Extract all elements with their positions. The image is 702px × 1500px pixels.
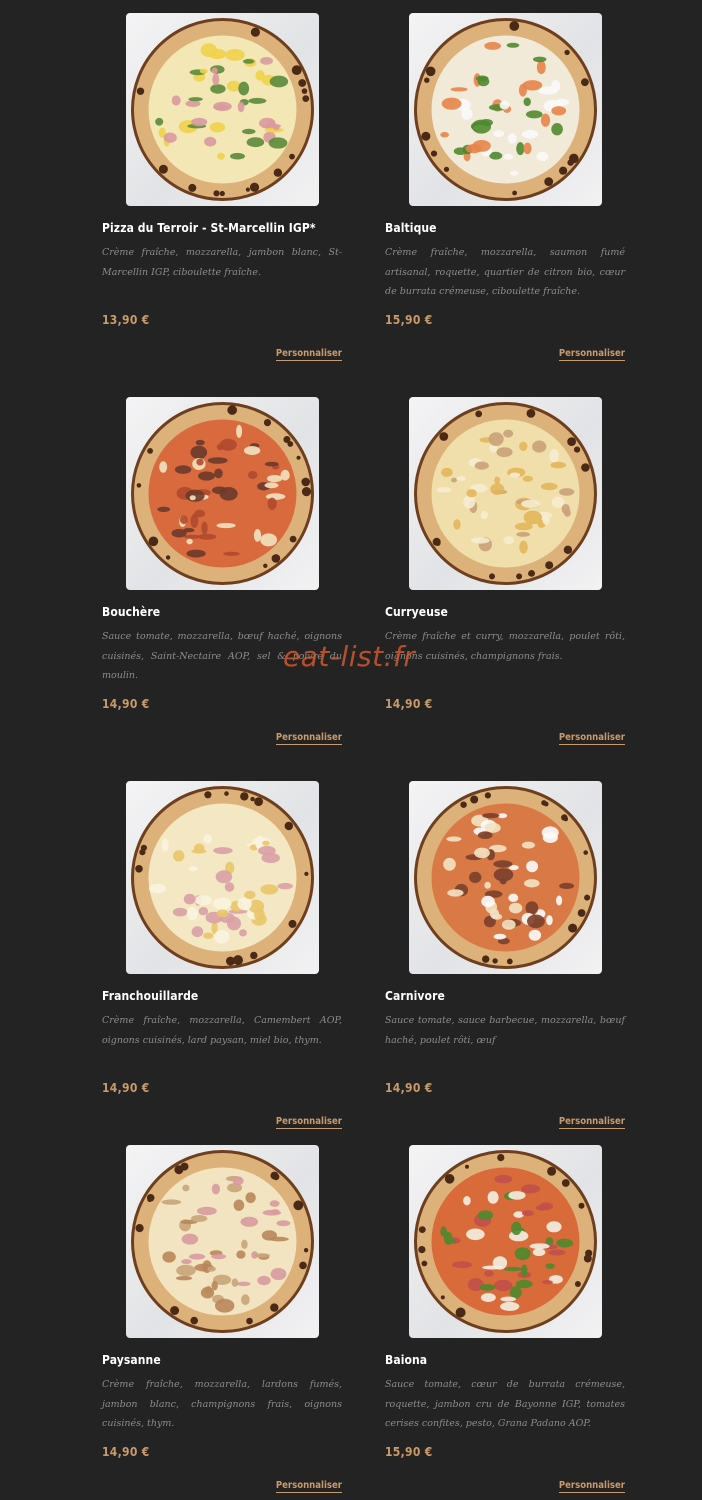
- pizza-illustration: [414, 18, 597, 201]
- customize-link[interactable]: Personnaliser: [275, 1116, 342, 1129]
- product-price: 15,90 €: [385, 313, 433, 327]
- pizza-illustration: [131, 786, 314, 969]
- customize-link[interactable]: Personnaliser: [558, 348, 625, 361]
- pizza-illustration: [131, 1150, 314, 1333]
- pizza-illustration: [414, 786, 597, 969]
- product-description: Crème fraîche et curry, mozzarella, poul…: [385, 631, 625, 662]
- pizza-image[interactable]: [126, 397, 319, 590]
- customize-link[interactable]: Personnaliser: [558, 1480, 625, 1493]
- product-name: Franchouillarde: [102, 989, 199, 1003]
- product-name: Bouchère: [102, 605, 161, 619]
- pizza-image[interactable]: [409, 397, 602, 590]
- product-description: Crème fraîche, mozzarella, lardons fumés…: [102, 1379, 342, 1429]
- customize-link[interactable]: Personnaliser: [275, 348, 342, 361]
- pizza-image[interactable]: [409, 781, 602, 974]
- pizza-image[interactable]: [126, 1145, 319, 1338]
- customize-link[interactable]: Personnaliser: [558, 732, 625, 745]
- product-name: Paysanne: [102, 1353, 161, 1367]
- product-price: 14,90 €: [102, 1081, 150, 1095]
- pizza-illustration: [414, 402, 597, 585]
- product-name: Curryeuse: [385, 605, 448, 619]
- product-description: Crème fraîche, mozzarella, jambon blanc,…: [102, 247, 342, 278]
- pizza-illustration: [131, 402, 314, 585]
- product-name: Carnivore: [385, 989, 445, 1003]
- pizza-illustration: [414, 1150, 597, 1333]
- product-description: Crème fraîche, mozzarella, saumon fumé a…: [385, 247, 625, 297]
- product-description: Sauce tomate, sauce barbecue, mozzarella…: [385, 1015, 625, 1046]
- customize-link[interactable]: Personnaliser: [558, 1116, 625, 1129]
- product-price: 15,90 €: [385, 1445, 433, 1459]
- product-price: 14,90 €: [385, 1081, 433, 1095]
- customize-link[interactable]: Personnaliser: [275, 1480, 342, 1493]
- pizza-image[interactable]: [126, 781, 319, 974]
- pizza-image[interactable]: [409, 1145, 602, 1338]
- product-price: 14,90 €: [102, 697, 150, 711]
- product-price: 13,90 €: [102, 313, 150, 327]
- watermark: eat-list.fr: [283, 640, 416, 673]
- product-name: Baltique: [385, 221, 437, 235]
- product-description: Sauce tomate, cœur de burrata crémeuse, …: [385, 1379, 625, 1429]
- pizza-image[interactable]: [409, 13, 602, 206]
- product-price: 14,90 €: [385, 697, 433, 711]
- pizza-image[interactable]: [126, 13, 319, 206]
- product-price: 14,90 €: [102, 1445, 150, 1459]
- pizza-illustration: [131, 18, 314, 201]
- customize-link[interactable]: Personnaliser: [275, 732, 342, 745]
- product-name: Baiona: [385, 1353, 428, 1367]
- product-description: Crème fraîche, mozzarella, Camembert AOP…: [102, 1015, 342, 1046]
- product-name: Pizza du Terroir - St-Marcellin IGP*: [102, 221, 316, 235]
